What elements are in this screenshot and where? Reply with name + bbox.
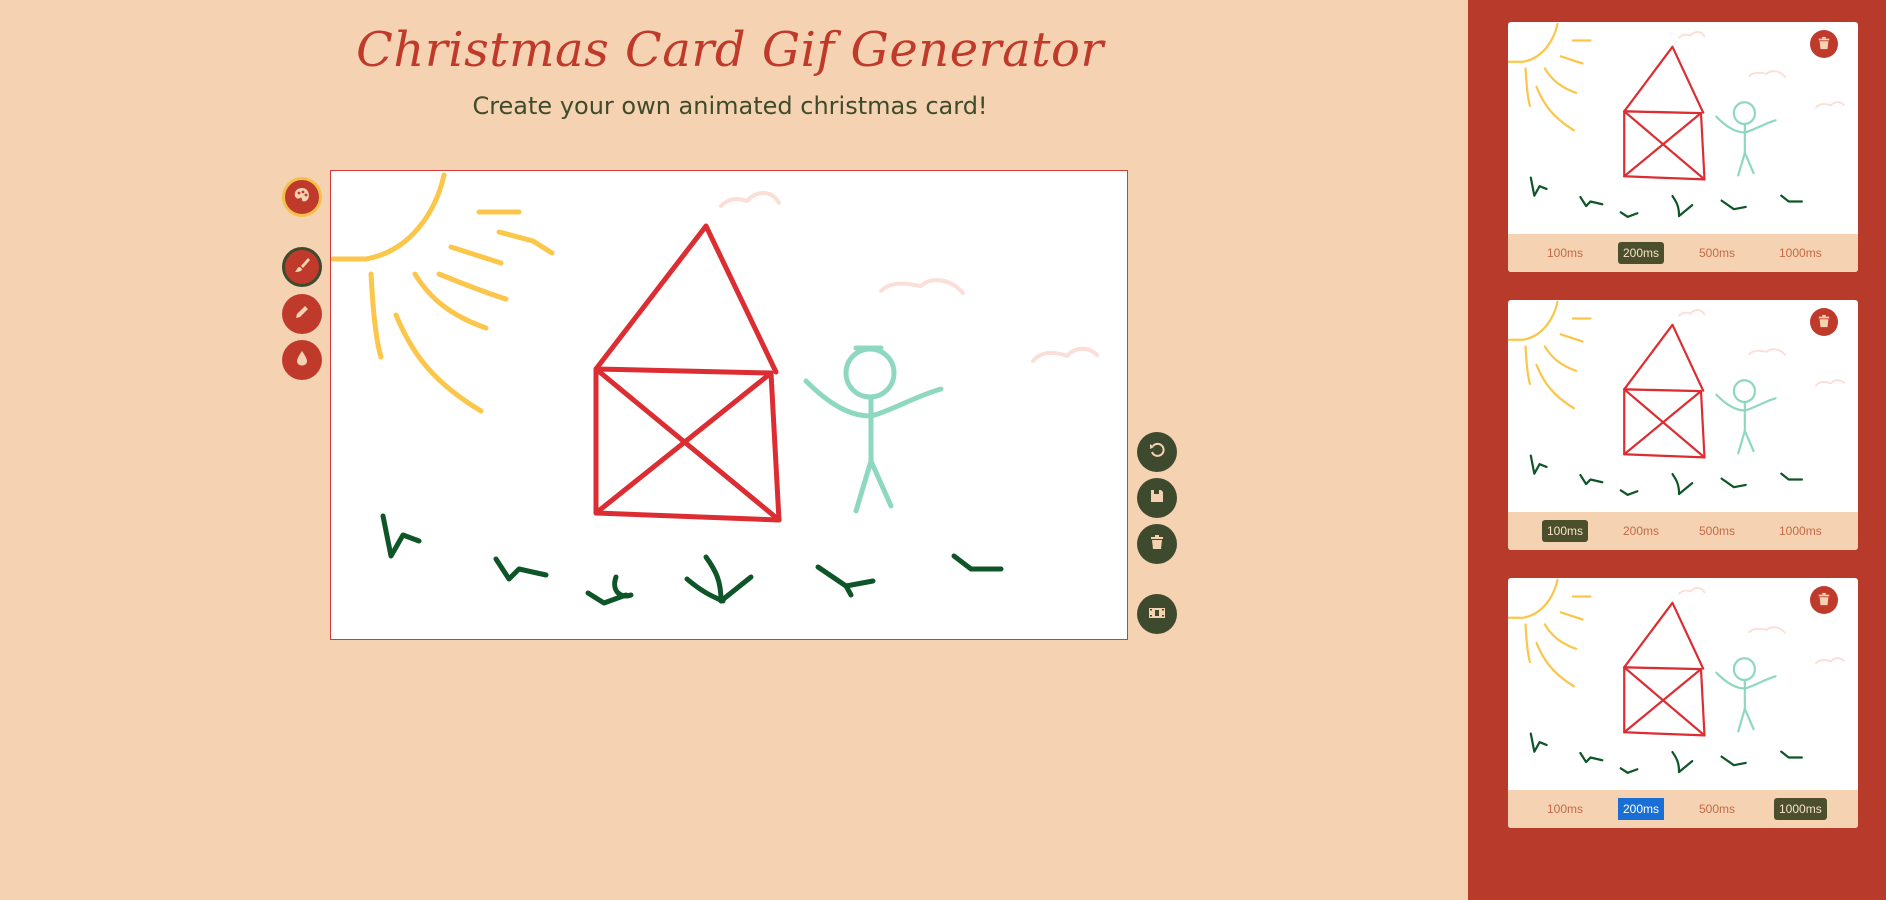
palette-button[interactable] <box>282 177 322 217</box>
page-title: Christmas Card Gif Generator <box>356 22 1104 78</box>
frame-thumbnail <box>1508 300 1858 512</box>
page-subtitle: Create your own animated christmas card! <box>472 92 988 120</box>
speed-option[interactable]: 1000ms <box>1774 798 1827 820</box>
frame-thumbnail-drawing <box>1508 22 1845 218</box>
save-frame-button[interactable] <box>1137 478 1177 518</box>
film-icon <box>1148 605 1166 624</box>
drop-icon <box>295 350 309 370</box>
trash-icon <box>1149 534 1165 554</box>
drawing-canvas[interactable] <box>330 170 1128 640</box>
speed-option[interactable]: 1000ms <box>1774 242 1827 264</box>
clear-button[interactable] <box>1137 524 1177 564</box>
undo-icon <box>1148 441 1166 463</box>
trash-icon <box>1817 591 1831 610</box>
speed-option[interactable]: 100ms <box>1542 520 1589 542</box>
frame-card[interactable]: 100ms 200ms 500ms 1000ms <box>1508 22 1858 272</box>
frame-thumbnail <box>1508 22 1858 234</box>
drawing <box>330 172 1099 606</box>
speed-option[interactable]: 100ms <box>1542 242 1588 264</box>
brush-tool-button[interactable] <box>282 247 322 287</box>
speed-option[interactable]: 500ms <box>1694 242 1740 264</box>
speed-option[interactable]: 200ms <box>1618 798 1665 820</box>
frames-sidebar: 100ms 200ms 500ms 1000ms 100ms 200ms 500ms 1000… <box>1468 0 1886 900</box>
frame-speed-bar: 100ms 200ms 500ms 1000ms <box>1508 790 1858 828</box>
main-area: Christmas Card Gif Generator Create your… <box>0 0 1468 900</box>
speed-option[interactable]: 500ms <box>1694 798 1740 820</box>
pencil-icon <box>294 304 310 324</box>
brush-icon <box>293 256 311 278</box>
frame-card[interactable]: 100ms 200ms 500ms 1000ms <box>1508 300 1858 550</box>
frame-thumbnail <box>1508 578 1858 790</box>
delete-frame-button[interactable] <box>1810 586 1838 614</box>
speed-option[interactable]: 1000ms <box>1774 520 1827 542</box>
pencil-tool-button[interactable] <box>282 294 322 334</box>
palette-icon <box>292 185 312 209</box>
save-icon <box>1149 488 1165 508</box>
frame-thumbnail-drawing <box>1508 578 1845 774</box>
trash-icon <box>1817 313 1831 332</box>
frame-thumbnail-drawing <box>1508 300 1845 496</box>
delete-frame-button[interactable] <box>1810 30 1838 58</box>
trash-icon <box>1817 35 1831 54</box>
undo-button[interactable] <box>1137 432 1177 472</box>
generate-gif-button[interactable] <box>1137 594 1177 634</box>
frame-card[interactable]: 100ms 200ms 500ms 1000ms <box>1508 578 1858 828</box>
frame-speed-bar: 100ms 200ms 500ms 1000ms <box>1508 234 1858 272</box>
speed-option[interactable]: 500ms <box>1694 520 1740 542</box>
speed-option[interactable]: 200ms <box>1618 242 1665 264</box>
speed-option[interactable]: 100ms <box>1542 798 1588 820</box>
speed-option[interactable]: 200ms <box>1618 520 1664 542</box>
delete-frame-button[interactable] <box>1810 308 1838 336</box>
drop-tool-button[interactable] <box>282 340 322 380</box>
frame-speed-bar: 100ms 200ms 500ms 1000ms <box>1508 512 1858 550</box>
